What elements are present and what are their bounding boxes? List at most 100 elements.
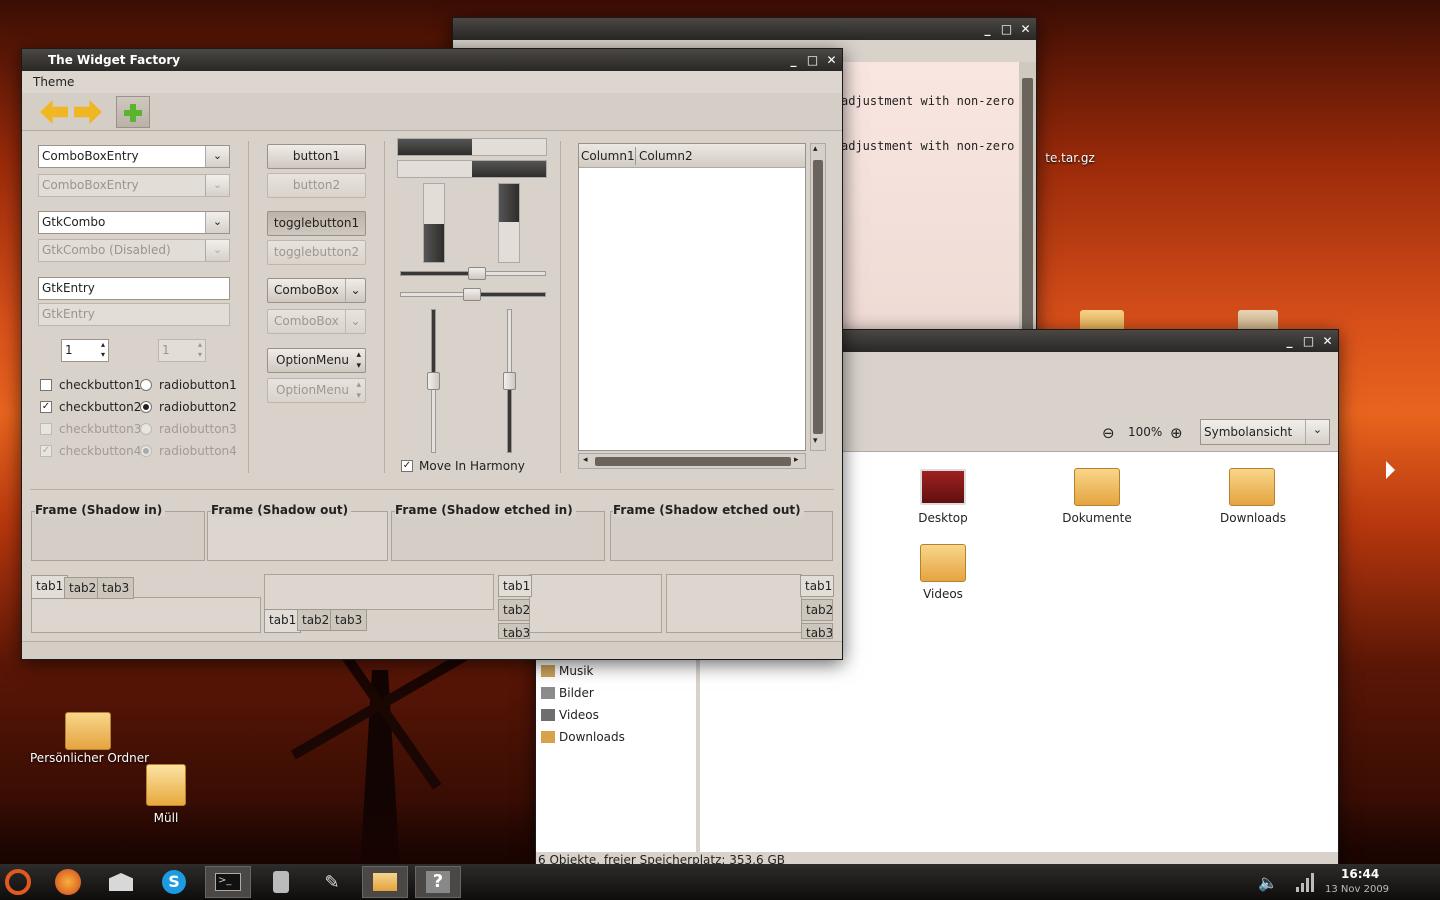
checkbutton1-box[interactable] bbox=[40, 379, 52, 391]
gtkentry[interactable]: GtkEntry bbox=[38, 277, 230, 300]
item-desktop-label[interactable]: Desktop bbox=[898, 511, 988, 525]
vscale-1[interactable] bbox=[427, 309, 440, 453]
gtkcombo[interactable]: GtkCombo ⌄ bbox=[38, 211, 230, 234]
button1[interactable]: button1 bbox=[267, 144, 366, 169]
hscale-1-handle[interactable] bbox=[468, 267, 486, 280]
minimize-icon[interactable]: _ bbox=[981, 22, 994, 36]
spin-button-1[interactable]: 1 ▴ ▾ bbox=[61, 339, 109, 362]
maximize-icon[interactable]: □ bbox=[1000, 22, 1013, 36]
column2-header[interactable]: Column2 bbox=[639, 149, 693, 163]
spin-arrows-icon[interactable]: ▴ ▾ bbox=[98, 340, 108, 361]
terminal-titlebar[interactable] bbox=[453, 18, 1036, 40]
checkbutton2-box[interactable]: ✓ bbox=[40, 401, 52, 413]
tab-left-1[interactable]: tab1 bbox=[498, 575, 532, 597]
tab-top-3[interactable]: tab3 bbox=[97, 577, 135, 599]
tab-left-2[interactable]: tab2 bbox=[498, 599, 530, 621]
comboboxentry[interactable]: ComboBoxEntry ⌄ bbox=[38, 145, 230, 168]
item-downloads-label[interactable]: Downloads bbox=[1208, 511, 1298, 525]
tab-top-2[interactable]: tab2 bbox=[64, 577, 102, 599]
scroll-up-icon[interactable]: ▴ bbox=[813, 144, 818, 154]
tab-right-2[interactable]: tab2 bbox=[801, 599, 833, 621]
network-signal-icon[interactable] bbox=[1287, 866, 1323, 898]
togglebutton1[interactable]: togglebutton1 bbox=[267, 211, 366, 236]
places-item-downloads[interactable]: Downloads bbox=[559, 730, 625, 744]
maximize-icon[interactable]: □ bbox=[1302, 334, 1315, 348]
clock-date[interactable]: 13 Nov 2009 bbox=[1325, 884, 1389, 895]
radiobutton2-label[interactable]: radiobutton2 bbox=[159, 400, 237, 414]
treeview[interactable]: Column1 Column2 bbox=[578, 143, 806, 451]
vscale-1-handle[interactable] bbox=[427, 372, 440, 390]
chevron-down-icon[interactable]: ⌄ bbox=[205, 146, 229, 167]
tab-top-1[interactable]: tab1 bbox=[31, 575, 69, 599]
tab-bottom-2[interactable]: tab2 bbox=[297, 609, 335, 631]
close-icon[interactable]: ✕ bbox=[825, 53, 838, 67]
treeview-vscrollbar[interactable]: ▴ ▾ bbox=[810, 143, 826, 451]
hscale-1[interactable] bbox=[400, 267, 546, 280]
gimp-icon[interactable]: ✎ bbox=[314, 866, 350, 898]
close-icon[interactable]: ✕ bbox=[1019, 22, 1032, 36]
desktop-item-icon[interactable] bbox=[920, 469, 966, 505]
checkbutton1-label[interactable]: checkbutton1 bbox=[59, 378, 141, 392]
places-item-bilder[interactable]: Bilder bbox=[559, 686, 594, 700]
zoom-in-icon[interactable]: ⊕ bbox=[1170, 424, 1183, 442]
tab-right-1[interactable]: tab1 bbox=[800, 575, 834, 597]
trash-icon[interactable] bbox=[146, 764, 186, 806]
chevron-down-icon[interactable]: ⌄ bbox=[205, 212, 229, 233]
widget-factory-titlebar[interactable]: The Widget Factory bbox=[22, 49, 842, 71]
places-item-videos[interactable]: Videos bbox=[559, 708, 599, 722]
minimize-icon[interactable]: _ bbox=[1283, 334, 1296, 348]
checkbutton2-label[interactable]: checkbutton2 bbox=[59, 400, 141, 414]
optionmenu[interactable]: OptionMenu ▴ ▾ bbox=[267, 348, 366, 373]
treeview-hscrollbar[interactable]: ◂ ▸ bbox=[578, 453, 806, 469]
places-sidebar[interactable]: Musik Bilder Videos Downloads bbox=[536, 653, 700, 853]
ubuntu-logo-icon[interactable] bbox=[0, 866, 36, 898]
home-folder-label[interactable]: Persönlicher Ordner bbox=[30, 751, 149, 765]
back-arrow-icon[interactable] bbox=[40, 100, 68, 124]
trash-label[interactable]: Müll bbox=[140, 811, 192, 825]
vscale-2-handle[interactable] bbox=[503, 372, 516, 390]
places-item-musik[interactable]: Musik bbox=[559, 664, 594, 678]
column1-header[interactable]: Column1 bbox=[581, 149, 635, 163]
maximize-icon[interactable]: □ bbox=[806, 53, 819, 67]
radiobutton2-circle[interactable] bbox=[140, 401, 152, 413]
videos-folder-icon[interactable] bbox=[920, 544, 966, 582]
volume-icon[interactable]: 🔈 bbox=[1250, 866, 1286, 898]
scroll-down-icon[interactable]: ▾ bbox=[813, 436, 818, 446]
menu-theme[interactable]: Theme bbox=[33, 75, 74, 89]
add-icon[interactable] bbox=[116, 96, 150, 128]
scroll-right-icon[interactable]: ▸ bbox=[794, 455, 799, 465]
home-folder-icon[interactable] bbox=[65, 712, 111, 750]
widget-factory-window[interactable]: The Widget Factory _ □ ✕ Theme ComboBoxEnt… bbox=[21, 48, 843, 660]
clock-time[interactable]: 16:44 bbox=[1341, 867, 1379, 881]
minimize-icon[interactable]: _ bbox=[787, 53, 800, 67]
zoom-out-icon[interactable]: ⊖ bbox=[1102, 424, 1115, 442]
scroll-left-icon[interactable]: ◂ bbox=[583, 455, 588, 465]
archive-label[interactable]: te.tar.gz bbox=[1040, 151, 1100, 165]
tab-bottom-1[interactable]: tab1 bbox=[264, 609, 302, 633]
radiobutton1-label[interactable]: radiobutton1 bbox=[159, 378, 237, 392]
forward-arrow-icon[interactable] bbox=[74, 100, 102, 124]
terminal-icon[interactable]: >_ bbox=[205, 866, 251, 898]
firefox-icon[interactable] bbox=[50, 866, 86, 898]
vscale-2[interactable] bbox=[503, 309, 516, 453]
hscale-2[interactable] bbox=[400, 288, 546, 301]
move-in-harmony-checkbox[interactable]: ✓ bbox=[401, 460, 413, 472]
file-manager-taskbar-icon[interactable] bbox=[362, 866, 408, 898]
radiobutton1-circle[interactable] bbox=[140, 379, 152, 391]
item-documents-label[interactable]: Dokumente bbox=[1052, 511, 1142, 525]
downloads-folder-icon[interactable] bbox=[1229, 468, 1275, 506]
item-videos-label[interactable]: Videos bbox=[898, 587, 988, 601]
chevron-down-icon[interactable]: ⌄ bbox=[1305, 420, 1329, 444]
hscale-2-handle[interactable] bbox=[463, 288, 481, 301]
combobox[interactable]: ComboBox ⌄ bbox=[267, 278, 366, 303]
move-in-harmony-label[interactable]: Move In Harmony bbox=[419, 459, 525, 473]
close-icon[interactable]: ✕ bbox=[1321, 334, 1334, 348]
tab-right-3[interactable]: tab3 bbox=[801, 623, 833, 639]
tab-left-3[interactable]: tab3 bbox=[498, 623, 530, 639]
tab-bottom-3[interactable]: tab3 bbox=[330, 609, 368, 631]
view-mode-select[interactable]: Symbolansicht ⌄ bbox=[1200, 419, 1330, 445]
mail-icon[interactable] bbox=[103, 866, 139, 898]
skype-icon[interactable]: S bbox=[156, 866, 192, 898]
help-icon[interactable]: ? bbox=[415, 866, 461, 898]
documents-folder-icon[interactable] bbox=[1074, 468, 1120, 506]
